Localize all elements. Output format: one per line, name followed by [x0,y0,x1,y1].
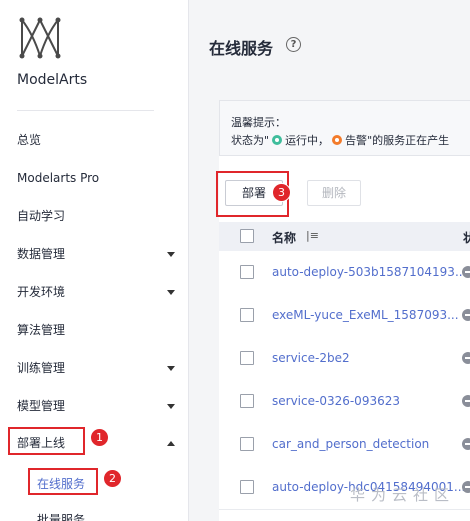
table-row: exeML-yuce_ExeML_1587093... [219,294,470,338]
chevron-down-icon [167,252,175,257]
table-row: service-0326-093623 [219,380,470,424]
sidebar-item-model-management[interactable]: 模型管理 [0,394,188,418]
divider [17,110,154,111]
page-title: 在线服务 [209,39,274,58]
sidebar-item-label: 算法管理 [17,323,66,337]
table-header: 名称 |≡ 状 [219,222,470,251]
stopped-status-icon [462,266,470,278]
sidebar-item-label: 开发环境 [17,285,66,299]
content-panel: 温馨提示： 状态为" 运行中， 告警"的服务正在产生 部署 删除 名称 |≡ 状 a… [219,100,470,521]
stopped-status-icon [462,309,470,321]
column-header-name: 名称 [272,231,297,245]
table-row: service-2be2 [219,337,470,381]
tip-title: 温馨提示： [231,116,286,129]
tip-body: 状态为" 运行中， 告警"的服务正在产生 [231,132,449,148]
sidebar-item-label: 数据管理 [17,247,66,261]
tip-text-prefix: 状态为" [231,134,270,147]
stopped-status-icon [462,395,470,407]
step-badge-3: 3 [272,183,291,202]
sidebar-item-label: 训练管理 [17,361,66,375]
chevron-down-icon [167,366,175,371]
sidebar-item-dev-environment[interactable]: 开发环境 [0,280,188,304]
row-checkbox[interactable] [240,265,254,279]
service-name-link[interactable]: service-2be2 [272,351,350,365]
service-name-link[interactable]: exeML-yuce_ExeML_1587093... [272,308,459,322]
row-checkbox[interactable] [240,480,254,494]
select-all-checkbox[interactable] [240,229,254,243]
row-checkbox[interactable] [240,351,254,365]
sidebar-item-modelarts-pro[interactable]: Modelarts Pro [0,166,188,190]
sidebar-item-label: Modelarts Pro [17,171,100,185]
sidebar-item-training-management[interactable]: 训练管理 [0,356,188,380]
column-header-status: 状 [463,231,470,245]
table-row: car_and_person_detection [219,423,470,467]
sidebar-subitem-batch-service[interactable]: 批量服务 [37,511,85,521]
stopped-status-icon [462,352,470,364]
question-circle-icon[interactable]: ? [286,37,301,52]
row-checkbox[interactable] [240,394,254,408]
chevron-down-icon [167,290,175,295]
row-checkbox[interactable] [240,308,254,322]
running-status-icon [272,135,283,145]
brand-name: ModelArts [17,72,88,88]
main-content: 在线服务 ? 温馨提示： 状态为" 运行中， 告警"的服务正在产生 部署 删除 名称… [189,0,470,521]
watermark: 华为云社区 [350,486,456,504]
sidebar-item-overview[interactable]: 总览 [0,128,188,152]
tip-running-label: 运行中， [285,134,330,147]
tip-text-suffix: "的服务正在产生 [367,134,450,147]
row-checkbox[interactable] [240,437,254,451]
delete-button[interactable]: 删除 [307,180,361,206]
step-badge-1: 1 [90,428,109,447]
sidebar-item-data-management[interactable]: 数据管理 [0,242,188,266]
stopped-status-icon [462,438,470,450]
tip-alarm-label: 告警 [345,134,368,147]
sidebar-item-label: 总览 [17,133,42,147]
table-row: auto-deploy-503b1587104193... [219,251,470,295]
sidebar-item-label: 模型管理 [17,399,66,413]
highlight-box-deployment [8,427,85,455]
chevron-up-icon [167,441,175,446]
step-badge-2: 2 [103,469,122,488]
service-name-link[interactable]: car_and_person_detection [272,437,429,451]
sidebar-item-label: 自动学习 [17,209,66,223]
sidebar: ModelArts 总览 Modelarts Pro 自动学习 数据管理 开发环… [0,0,189,521]
modelarts-logo-icon [19,17,61,59]
sidebar-item-auto-learning[interactable]: 自动学习 [0,204,188,228]
chevron-down-icon [167,404,175,409]
highlight-box-online-service [28,468,98,495]
stopped-status-icon [462,481,470,493]
tip-box: 温馨提示： 状态为" 运行中， 告警"的服务正在产生 [219,100,470,156]
alarm-status-icon [332,135,343,145]
service-name-link[interactable]: service-0326-093623 [272,394,400,408]
service-name-link[interactable]: auto-deploy-503b1587104193... [272,265,466,279]
sidebar-item-algorithm-management[interactable]: 算法管理 [0,318,188,342]
sort-icon[interactable]: |≡ [306,229,319,242]
